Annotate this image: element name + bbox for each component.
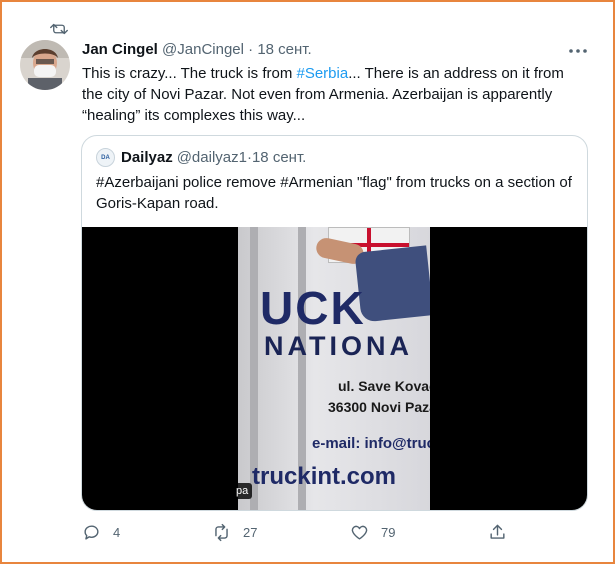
author-name[interactable]: Jan Cingel [82, 41, 158, 58]
quoted-tweet-header: DA Dailyaz @dailyaz1 · 18 сент. [96, 148, 306, 167]
trailer-text-6: truckint.com [252, 463, 397, 490]
avatar[interactable] [20, 40, 70, 90]
more-options-button[interactable] [568, 42, 588, 60]
tweet-text-part1: This is crazy... The truck is from [82, 65, 297, 82]
video-badge: ра [232, 483, 253, 499]
more-icon [569, 49, 587, 53]
tweet-date[interactable]: 18 сент. [257, 41, 311, 58]
quoted-author-handle: @dailyaz1 [176, 149, 247, 166]
retweet-indicator [50, 20, 68, 43]
tweet-card: Jan Cingel @JanCingel · 18 сент. This is… [0, 0, 615, 564]
retweet-button[interactable]: 27 [212, 523, 257, 542]
retweet-count: 27 [243, 525, 258, 540]
reply-count: 4 [113, 525, 121, 540]
share-icon [490, 524, 505, 539]
tweet-header: Jan Cingel @JanCingel · 18 сент. [82, 41, 312, 58]
quoted-tweet-text: #Azerbaijani police remove #Armenian "fl… [96, 174, 572, 212]
officer-sleeve [354, 245, 430, 323]
avatar-image [20, 40, 70, 90]
like-button[interactable]: 79 [350, 523, 395, 542]
quoted-tweet-date: 18 сент. [251, 149, 307, 166]
trailer-text-3: ul. Save Kovačev [338, 378, 430, 394]
quoted-tweet[interactable]: DA Dailyaz @dailyaz1 · 18 сент. #Azerbai… [81, 135, 588, 511]
retweet-action-icon [215, 523, 228, 542]
like-count: 79 [381, 525, 396, 540]
reply-button[interactable]: 4 [82, 523, 120, 542]
trailer-text-1: UCK [260, 282, 366, 334]
quoted-author-name: Dailyaz [121, 149, 173, 166]
tweet-text: This is crazy... The truck is from #Serb… [82, 63, 582, 126]
tweet-actions: 4 27 79 [82, 523, 522, 547]
retweet-icon [50, 23, 68, 35]
trailer-text-2: NATIONA [264, 331, 413, 361]
video-player[interactable]: UCK NATIONA ul. Save Kovačev 36300 Novi … [82, 227, 587, 510]
reply-icon [84, 525, 99, 540]
like-icon [351, 525, 368, 540]
meta-separator: · [243, 41, 258, 58]
video-frame: UCK NATIONA ul. Save Kovačev 36300 Novi … [238, 227, 430, 510]
trailer-text-5: e-mail: info@truckint [312, 435, 430, 452]
hashtag-link[interactable]: #Serbia [296, 65, 348, 82]
quoted-author-logo: DA [96, 148, 115, 167]
share-button[interactable] [488, 523, 519, 542]
author-handle[interactable]: @JanCingel [162, 41, 244, 58]
trailer-text-4: 36300 Novi Pazar [328, 399, 430, 415]
